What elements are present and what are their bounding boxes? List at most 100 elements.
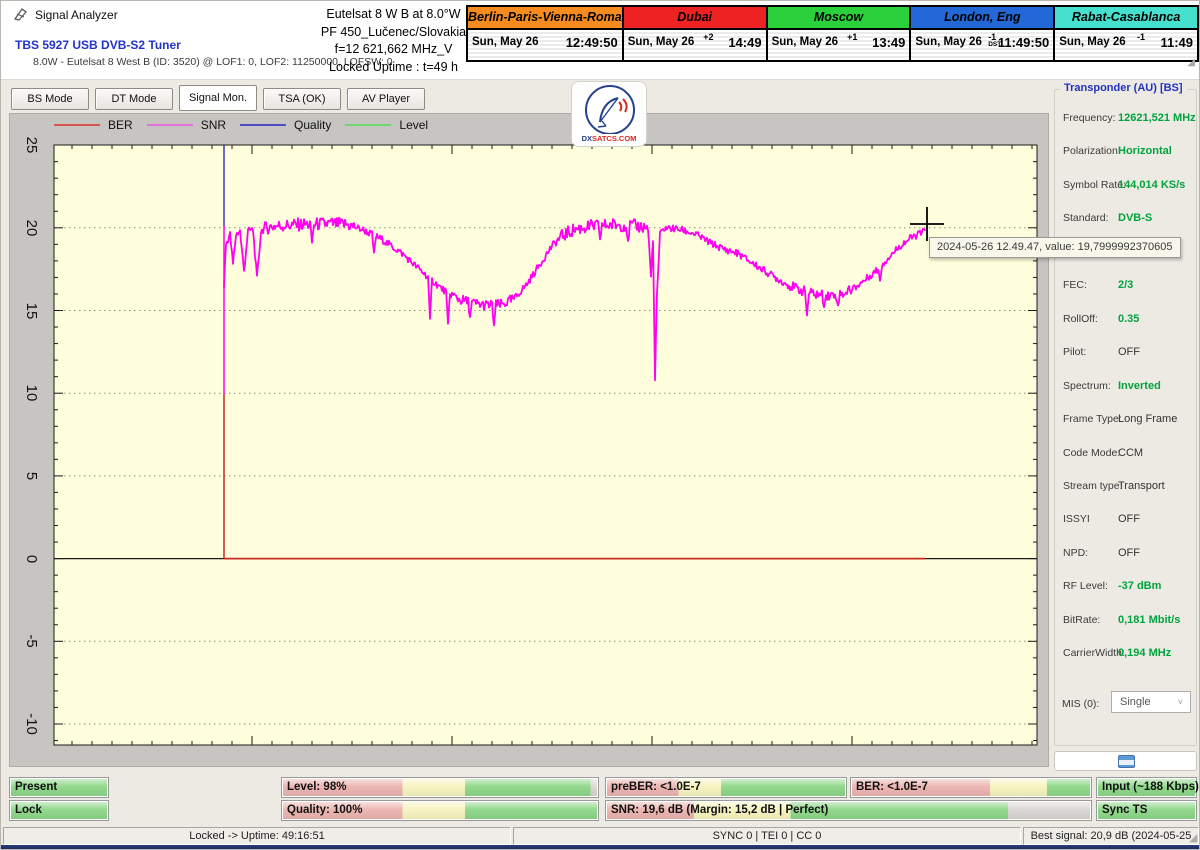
y-axis-label: 15 <box>23 302 40 319</box>
satellite-info-block: Eutelsat 8 W B at 8.0°W PF 450_Lučenec/S… <box>311 6 476 76</box>
transponder-row: Code Mode: CCM <box>1063 447 1193 461</box>
transponder-row-value: Long Frame <box>1118 413 1178 426</box>
transponder-row-value: DVB-S <box>1118 212 1153 225</box>
clock-time: 11:49 <box>1160 35 1193 50</box>
signal-chart-panel: BER SNR Quality Level 25 20 15 10 5 0 -5 -10 <box>9 113 1049 767</box>
transponder-row-label: Pilot: <box>1063 346 1087 359</box>
clock-date: Sun, May 26 <box>627 36 695 48</box>
clock-date: Sun, May 26 <box>472 36 539 48</box>
transponder-row-label: Spectrum: <box>1063 379 1111 392</box>
clock-time: 11:49:50 <box>997 35 1050 50</box>
transponder-row-label: Stream type: <box>1063 479 1123 492</box>
transponder-row: Pilot: OFF <box>1063 346 1193 360</box>
transponder-row: CarrierWidth: 0,194 MHz <box>1063 647 1193 661</box>
y-axis-label: 20 <box>23 219 40 237</box>
transponder-row-label: Symbol Rate: <box>1063 178 1127 191</box>
transponder-row-label: ISSYI <box>1063 513 1090 526</box>
transponder-row-value: 0,194 MHz <box>1118 647 1172 660</box>
list-icon <box>1118 755 1135 768</box>
transponder-row-value: OFF <box>1118 346 1140 359</box>
ber-meter: BER: <1.0E-7 <box>850 777 1092 798</box>
y-axis-label: 5 <box>23 471 40 481</box>
transponder-row: FEC: 2/3 <box>1063 279 1193 293</box>
transponder-row-label: CarrierWidth: <box>1063 647 1125 660</box>
window-title: Signal Analyzer <box>35 8 118 22</box>
transponder-row-label: RF Level: <box>1063 580 1108 593</box>
signal-analyzer-window: Signal Analyzer TBS 5927 USB DVB-S2 Tune… <box>0 0 1200 850</box>
bottom-edge-strip <box>1 845 1199 849</box>
satellite-dish-icon <box>597 97 628 128</box>
transponder-row-label: Code Mode: <box>1063 446 1121 459</box>
app-dish-icon <box>14 8 27 21</box>
mis-label: MIS (0): <box>1062 698 1100 710</box>
chart-tooltip: 2024-05-26 12.49.47, value: 19,799999237… <box>929 237 1181 258</box>
y-axis-label: -10 <box>23 713 40 735</box>
clock-city-label: Rabat-Casablanca <box>1055 7 1197 30</box>
frequency-line: f=12 621,662 MHz_V <box>334 42 453 56</box>
locked-uptime-line: Locked Uptime : t=49 h <box>329 59 458 74</box>
transponder-row: Frequency: 12621,521 MHz <box>1063 112 1196 126</box>
transponder-row-label: RollOff: <box>1063 312 1098 325</box>
transponder-panel: Frequency: 12621,521 MHz Polarization: Hori… <box>1054 89 1197 746</box>
transponder-row-value: OFF <box>1118 546 1140 559</box>
clock-utc-offset: -1 <box>1136 32 1145 42</box>
input-indicator: Input (~188 Kbps) <box>1096 777 1199 798</box>
tab-signal-mon[interactable]: Signal Mon. <box>179 85 257 111</box>
transponder-list-button[interactable] <box>1054 751 1197 771</box>
transponder-row-value: 12621,521 MHz <box>1118 112 1196 124</box>
transponder-row: RollOff: 0.35 <box>1063 313 1193 327</box>
transponder-row-value: Inverted <box>1118 379 1161 392</box>
tab-dt-mode[interactable]: DT Mode <box>95 88 173 110</box>
transponder-row: Frame Type: Long Frame <box>1063 413 1193 427</box>
resize-grip-icon: ◢ <box>1187 57 1195 68</box>
present-indicator: Present <box>9 777 109 798</box>
statusbar-resize-grip-icon[interactable]: ◢ <box>1189 831 1197 844</box>
status-sync-counters: SYNC 0 | TEI 0 | CC 0 <box>513 827 1021 845</box>
clock-date: Sun, May 26 <box>771 36 839 48</box>
transponder-row: Standard: DVB-S <box>1063 212 1193 226</box>
signal-chart[interactable] <box>10 114 1050 768</box>
clock-utc-offset: +2 <box>703 32 714 42</box>
clock-moscow: Moscow Sun, May 26 +1 13:49 <box>767 7 910 60</box>
status-uptime: Locked -> Uptime: 49:16:51 <box>3 827 511 845</box>
transponder-row-label: NPD: <box>1063 546 1089 559</box>
transponder-row-value: 0,181 Mbit/s <box>1118 613 1181 626</box>
satellite-name: Eutelsat 8 W B at 8.0°W <box>326 7 461 21</box>
transponder-row-label: FEC: <box>1063 279 1087 292</box>
clock-city-label: London, Eng <box>911 7 1054 30</box>
transponder-row-value: -37 dBm <box>1118 580 1162 593</box>
transponder-row: Stream type: Transport <box>1063 480 1193 494</box>
transponder-row: BitRate: 0,181 Mbit/s <box>1063 614 1193 628</box>
preber-meter: preBER: <1.0E-7 <box>605 777 847 798</box>
transponder-row-label: Frame Type: <box>1063 413 1122 426</box>
clock-date: Sun, May 26 <box>915 36 982 48</box>
clock-date: Sun, May 26 <box>1059 36 1126 48</box>
transponder-row-value: Horizontal <box>1118 145 1172 158</box>
clock-city-label: Moscow <box>767 7 910 30</box>
clock-time: 14:49 <box>728 35 762 50</box>
clock-rabat: Rabat-Casablanca Sun, May 26 -1 11:49 <box>1055 7 1197 60</box>
lock-indicator: Lock <box>9 800 109 821</box>
clock-time: 12:49:50 <box>565 35 618 50</box>
transponder-panel-title: Transponder (AU) [BS] <box>1060 82 1187 94</box>
transponder-row: NPD: OFF <box>1063 547 1193 561</box>
tab-bs-mode[interactable]: BS Mode <box>11 88 89 110</box>
transponder-row: Symbol Rate: 144,014 KS/s <box>1063 179 1193 193</box>
transponder-row-value: 2/3 <box>1118 279 1134 292</box>
transponder-row-value: 0.35 <box>1118 312 1140 325</box>
transponder-row: ISSYI OFF <box>1063 513 1193 527</box>
transponder-row-value: Transport <box>1118 479 1165 492</box>
clock-utc-offset: +1 <box>847 32 858 42</box>
level-meter: Level: 98% <box>281 777 599 798</box>
transponder-row: Polarization: Horizontal <box>1063 145 1193 159</box>
y-axis-label: 10 <box>23 384 40 402</box>
syncts-indicator: Sync TS <box>1096 800 1197 821</box>
chevron-down-icon: ˅ <box>1177 697 1183 707</box>
transponder-row-label: BitRate: <box>1063 613 1101 626</box>
tab-tsa[interactable]: TSA (OK) <box>263 88 341 110</box>
tuner-name: TBS 5927 USB DVB-S2 Tuner <box>15 38 181 52</box>
world-clocks: Berlin-Paris-Vienna-Roma Sun, May 26 12:… <box>466 5 1199 62</box>
logo-text: DXSATCS.COM <box>572 134 646 143</box>
mis-dropdown[interactable]: Single ˅ <box>1111 691 1191 713</box>
tab-av-player[interactable]: AV Player <box>347 88 425 110</box>
